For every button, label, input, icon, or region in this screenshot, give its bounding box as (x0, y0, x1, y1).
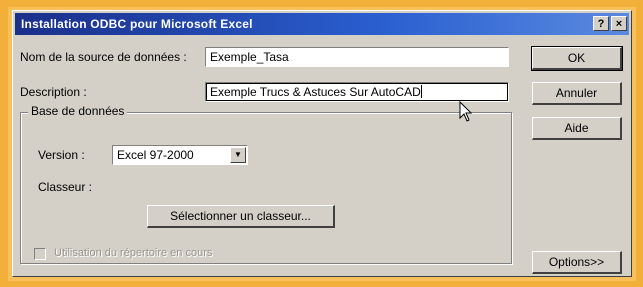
description-value: Exemple Trucs & Astuces Sur AutoCAD (210, 85, 421, 99)
chevron-down-icon[interactable]: ▼ (230, 147, 246, 163)
source-name-value: Exemple_Tasa (210, 50, 289, 64)
source-name-label: Nom de la source de données : (20, 50, 187, 64)
version-value: Excel 97-2000 (117, 148, 194, 162)
current-dir-checkbox[interactable] (34, 248, 46, 260)
options-button[interactable]: Options>> (532, 251, 622, 274)
mouse-pointer-icon (459, 101, 473, 122)
workbook-label: Classeur : (38, 180, 93, 194)
database-group-label: Base de données (28, 104, 128, 118)
title-bar[interactable]: Installation ODBC pour Microsoft Excel ?… (15, 13, 629, 35)
text-caret (420, 85, 422, 98)
version-select[interactable]: Excel 97-2000 ▼ (112, 145, 248, 165)
description-label: Description : (20, 85, 87, 99)
description-field[interactable]: Exemple Trucs & Astuces Sur AutoCAD (205, 82, 509, 102)
source-name-field[interactable]: Exemple_Tasa (205, 47, 509, 67)
window-title: Installation ODBC pour Microsoft Excel (21, 17, 253, 31)
help-button[interactable]: Aide (532, 117, 622, 140)
select-workbook-button[interactable]: Sélectionner un classeur... (147, 205, 335, 228)
close-button[interactable]: × (611, 16, 627, 31)
cancel-button[interactable]: Annuler (532, 82, 622, 105)
database-group (20, 112, 512, 264)
help-title-button[interactable]: ? (593, 16, 609, 31)
current-dir-label: Utilisation du répertoire en cours (54, 247, 213, 259)
version-label: Version : (38, 148, 85, 162)
ok-button[interactable]: OK (531, 46, 623, 71)
